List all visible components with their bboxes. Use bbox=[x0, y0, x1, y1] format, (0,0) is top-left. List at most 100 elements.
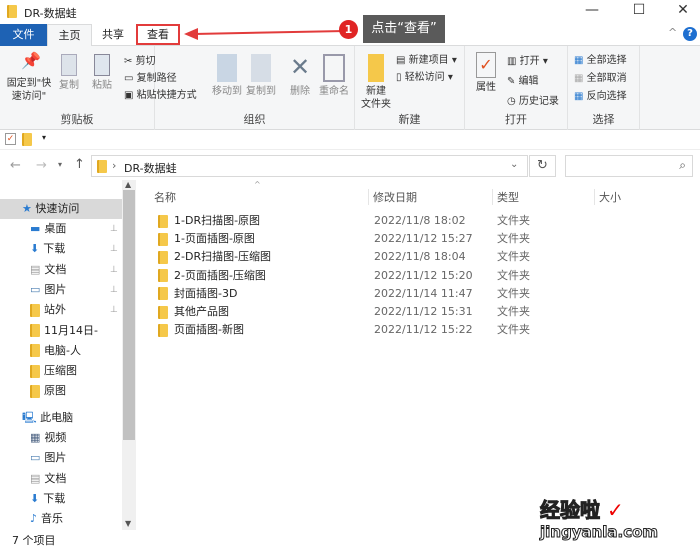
copy-to-button[interactable]: 复制到 bbox=[244, 54, 278, 98]
file-row[interactable]: 1-DR扫描图-原图 2022/11/8 18:02 文件夹 bbox=[150, 212, 530, 230]
select-all-label: 全部选择 bbox=[586, 55, 627, 66]
file-name: 页面插图-新图 bbox=[174, 323, 244, 337]
nav-item[interactable]: 11月14日- bbox=[0, 321, 122, 341]
nav-item[interactable]: ▭ 图片 bbox=[0, 448, 122, 468]
recent-dropdown-icon[interactable]: ▾ bbox=[58, 160, 62, 169]
address-bar[interactable]: › DR-数据蛙 ⌄ bbox=[91, 155, 528, 177]
cut-button[interactable]: ✂ 剪切 bbox=[124, 52, 156, 67]
file-date: 2022/11/12 15:20 bbox=[374, 268, 473, 282]
status-item-count: 7 个项目 bbox=[12, 534, 56, 547]
nav-item[interactable]: 站外 ⊥ bbox=[0, 300, 122, 320]
nav-this-pc[interactable]: 🖳 此电脑 bbox=[0, 408, 122, 428]
nav-scrollbar[interactable]: ▲ ▼ bbox=[122, 180, 136, 530]
scrollbar-thumb[interactable] bbox=[123, 190, 135, 440]
nav-item[interactable]: 压缩图 bbox=[0, 361, 122, 381]
pin-icon[interactable]: ⊥ bbox=[110, 300, 118, 320]
quick-access-toolbar: ✓ ▾ bbox=[0, 130, 700, 150]
paste-button[interactable]: 粘贴 bbox=[88, 54, 116, 92]
new-folder-button[interactable]: 新建 文件夹 bbox=[358, 54, 394, 111]
file-row[interactable]: 页面插图-新图 2022/11/12 15:22 文件夹 bbox=[150, 321, 530, 339]
search-input[interactable]: ⌕ bbox=[565, 155, 693, 177]
open-button[interactable]: ▥ 打开 ▾ bbox=[507, 52, 548, 67]
tab-home[interactable]: 主页 bbox=[47, 24, 92, 47]
easy-access-button[interactable]: ▯ 轻松访问 ▾ bbox=[396, 68, 453, 83]
folder-icon bbox=[158, 323, 168, 337]
history-label: 历史记录 bbox=[518, 96, 559, 107]
open-label: 打开 bbox=[519, 56, 540, 67]
delete-button[interactable]: ✕ 删除 bbox=[285, 52, 315, 98]
document-icon: ▤ bbox=[30, 262, 41, 276]
nav-item[interactable]: 原图 bbox=[0, 381, 122, 401]
nav-item[interactable]: ▬ 桌面 ⊥ bbox=[0, 219, 122, 239]
group-label: 剪贴板 bbox=[60, 113, 94, 126]
pin-icon[interactable]: ⊥ bbox=[110, 280, 118, 300]
help-icon[interactable]: ? bbox=[683, 27, 697, 41]
forward-icon[interactable]: → bbox=[36, 158, 47, 173]
pin-icon[interactable]: ⊥ bbox=[110, 219, 118, 239]
invert-selection-button[interactable]: ▦ 反向选择 bbox=[574, 87, 627, 102]
address-dropdown-icon[interactable]: ⌄ bbox=[510, 159, 518, 170]
edit-label: 编辑 bbox=[518, 76, 539, 87]
scissors-icon: ✂ bbox=[124, 56, 136, 67]
move-to-button[interactable]: 移动到 bbox=[210, 54, 244, 98]
nav-label: 图片 bbox=[44, 451, 67, 465]
nav-item[interactable]: ▭ 图片 ⊥ bbox=[0, 280, 122, 300]
new-item-button[interactable]: ▤ 新建项目 ▾ bbox=[396, 51, 457, 66]
tab-view[interactable]: 查看 bbox=[136, 24, 180, 45]
picture-icon: ▭ bbox=[30, 451, 41, 465]
copy-button[interactable]: 复制 bbox=[56, 54, 82, 92]
download-icon: ⬇ bbox=[30, 491, 40, 505]
nav-item[interactable]: ▤ 文档 bbox=[0, 469, 122, 489]
group-organize: 移动到 复制到 ✕ 删除 重命名 组织 bbox=[155, 46, 355, 130]
new-folder-qat-icon[interactable] bbox=[22, 133, 32, 146]
nav-item[interactable]: ▤ 文档 ⊥ bbox=[0, 260, 122, 280]
properties-button[interactable]: ✓ 属性 bbox=[471, 52, 501, 94]
maximize-button[interactable]: ☐ bbox=[624, 2, 654, 22]
nav-label: 桌面 bbox=[44, 222, 67, 235]
column-name[interactable]: 名称 bbox=[154, 189, 176, 205]
pin-icon[interactable]: ⊥ bbox=[110, 260, 118, 280]
refresh-button[interactable]: ↻ bbox=[529, 155, 556, 177]
rename-button[interactable]: 重命名 bbox=[316, 54, 352, 98]
folder-icon bbox=[30, 384, 40, 398]
group-label: 选择 bbox=[592, 113, 615, 126]
video-icon: ▦ bbox=[30, 431, 41, 444]
back-icon[interactable]: ← bbox=[10, 158, 21, 173]
breadcrumb-current[interactable]: DR-数据蛙 bbox=[124, 160, 177, 176]
nav-item[interactable]: 电脑-人 bbox=[0, 341, 122, 361]
nav-item[interactable]: ⬇ 下载 ⊥ bbox=[0, 239, 122, 259]
pin-icon[interactable]: ⊥ bbox=[110, 239, 118, 259]
up-icon[interactable]: ↑ bbox=[74, 157, 85, 172]
nav-item[interactable]: ⬇ 下载 bbox=[0, 489, 122, 509]
column-type[interactable]: 类型 bbox=[492, 189, 519, 205]
tab-file[interactable]: 文件 bbox=[0, 24, 47, 46]
nav-item[interactable]: ▦ 视频 bbox=[0, 428, 122, 448]
close-button[interactable]: ✕ bbox=[668, 2, 698, 22]
file-type: 文件夹 bbox=[497, 286, 530, 300]
tab-share[interactable]: 共享 bbox=[92, 24, 134, 46]
edit-button[interactable]: ✎ 编辑 bbox=[507, 72, 539, 87]
copy-path-icon: ▭ bbox=[124, 73, 137, 84]
window-title: DR-数据蛙 bbox=[24, 7, 77, 20]
file-row[interactable]: 2-DR扫描图-压缩图 2022/11/8 18:04 文件夹 bbox=[150, 248, 530, 266]
minimize-button[interactable]: — bbox=[577, 2, 607, 22]
select-none-button[interactable]: ▦ 全部取消 bbox=[574, 69, 627, 84]
file-date: 2022/11/12 15:31 bbox=[374, 305, 473, 318]
file-row[interactable]: 封面插图-3D 2022/11/14 11:47 文件夹 bbox=[150, 285, 530, 303]
nav-item[interactable]: ♪ 音乐 bbox=[0, 509, 122, 529]
scroll-down-icon[interactable]: ▼ bbox=[125, 519, 131, 528]
file-row[interactable]: 其他产品图 2022/11/12 15:31 文件夹 bbox=[150, 303, 530, 321]
file-row[interactable]: 2-页面插图-压缩图 2022/11/12 15:20 文件夹 bbox=[150, 267, 530, 285]
pin-quick-access-button[interactable]: 📌 固定到"快速访问" bbox=[4, 53, 54, 103]
nav-label: 原图 bbox=[44, 384, 66, 398]
column-size[interactable]: 大小 bbox=[594, 189, 621, 205]
properties-qat-icon[interactable]: ✓ bbox=[5, 133, 16, 145]
collapse-ribbon-icon[interactable]: ^ bbox=[668, 26, 677, 39]
select-all-button[interactable]: ▦ 全部选择 bbox=[574, 51, 627, 66]
file-row[interactable]: 1-页面插图-原图 2022/11/12 15:27 文件夹 bbox=[150, 230, 530, 248]
customize-qat-icon[interactable]: ▾ bbox=[42, 133, 46, 142]
scroll-up-icon[interactable]: ▲ bbox=[125, 180, 131, 189]
history-button[interactable]: ◷ 历史记录 bbox=[507, 92, 559, 107]
nav-quick-access[interactable]: ★ 快速访问 bbox=[0, 199, 122, 219]
column-date[interactable]: 修改日期 bbox=[368, 189, 417, 205]
